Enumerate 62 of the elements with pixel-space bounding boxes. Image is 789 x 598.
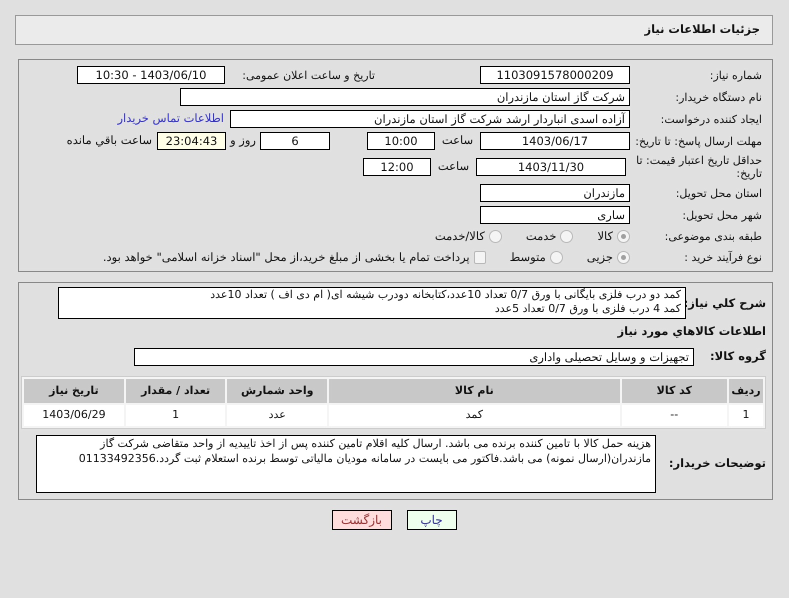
table-cell: 1403/06/29 <box>24 404 124 426</box>
text-field[interactable]: 23:04:43 <box>157 132 226 150</box>
table-cell: کمد <box>329 404 620 426</box>
radio-button[interactable] <box>617 251 630 264</box>
radio-label: خدمت <box>526 228 556 245</box>
field-label: نام دستگاه خریدار: <box>674 90 762 104</box>
radio-button[interactable] <box>560 230 574 244</box>
field-label: گروه کالا: <box>709 348 766 366</box>
table-cell: عدد <box>227 404 328 426</box>
radio-button[interactable] <box>488 230 502 244</box>
page-title: جزئیات اطلاعات نیاز <box>644 21 760 38</box>
time-label: ساعت <box>436 158 470 176</box>
back-button[interactable]: بازگشت <box>332 510 392 530</box>
text-field[interactable]: 1403/06/10 - 10:30 <box>77 66 225 84</box>
time-label: ساعت <box>440 132 474 150</box>
column-header: تاریخ نیاز <box>24 378 124 403</box>
text-field[interactable]: آزاده اسدی انباردار ارشد شرکت گاز استان مازندران <box>230 110 630 128</box>
text-field[interactable]: 10:00 <box>367 132 435 150</box>
column-header: واحد شمارش <box>227 378 328 403</box>
table-cell: 1 <box>729 404 763 426</box>
text-field[interactable]: شرکت گاز استان مازندران <box>180 88 630 106</box>
checkbox[interactable] <box>474 251 486 264</box>
print-button[interactable]: چاپ <box>406 510 456 530</box>
column-header: نام کالا <box>329 378 620 403</box>
radio-label: کالا/خدمت <box>434 228 485 245</box>
field-label: نوع فرآیند خرید : <box>683 251 762 264</box>
description-line: کمد دو درب فلزی بایگانی با ورق 0/7 تعداد 10عدد،کتابخانه دودرب شیشه ای( ام دی اف ) تعداد 10عدد <box>209 288 681 302</box>
field-label: شماره نیاز: <box>708 68 762 82</box>
days-label: روز و <box>228 132 257 150</box>
radio-label: کالا <box>597 228 613 245</box>
description-textarea[interactable]: کمد دو درب فلزی بایگانی با ورق 0/7 تعداد 10عدد،کتابخانه دودرب شیشه ای( ام دی اف ) تعداد 10عدد کمد 4 درب فلزی با ورق 0/7 تعداد 5عدد <box>58 286 686 318</box>
description-line: کمد 4 درب فلزی با ورق 0/7 تعداد 5عدد <box>494 302 681 316</box>
field-label: ایجاد کننده درخواست: <box>660 112 762 126</box>
text-field[interactable]: تجهیزات و وسایل تحصیلی واداری <box>134 348 694 366</box>
radio-label: جزیی <box>586 249 613 266</box>
contact-link[interactable]: اطلاعات تماس خریدار <box>117 110 224 128</box>
column-header: کد کالا <box>622 378 728 403</box>
field-label: شهر محل تحویل: <box>681 208 762 222</box>
text-field[interactable]: 6 <box>260 132 330 150</box>
field-label: استان محل تحویل: <box>674 186 762 200</box>
text-field[interactable]: 1103091578000209 <box>480 66 630 84</box>
column-header: ردیف <box>729 378 763 403</box>
table-cell: -- <box>622 404 728 426</box>
radio-label: متوسط <box>510 249 546 266</box>
table-cell: 1 <box>126 404 226 426</box>
section-title: اطلاعات کالاهاي مورد نياز <box>616 322 766 340</box>
payment-text: پرداخت تمام یا بخشی از مبلغ خرید،از محل "اسناد خزانه اسلامی" خواهد بود. <box>102 249 470 266</box>
remaining-label: ساعت باقي مانده <box>66 132 152 150</box>
field-label: طبقه بندی موضوعی: <box>664 230 762 244</box>
column-header: تعداد / مقدار <box>126 378 226 403</box>
field-label: مهلت ارسال پاسخ: تا تاریخ: <box>634 134 762 148</box>
field-label: تاریخ و ساعت اعلان عمومی: <box>241 68 375 82</box>
notes-textarea[interactable]: هزینه حمل کالا با تامین کننده برنده می باشد. ارسال کلیه اقلام تامین کننده پس از اخذ تاییدیه از واحد متقاضی شرکت گاز مازندران(ارسال نمونه) می باشد.فاکتور می بایست در سامانه مودیان مالیاتی توسط برنده استعلام ثبت گردد.01133492356 <box>36 434 656 493</box>
text-field[interactable]: 12:00 <box>363 158 431 176</box>
radio-button[interactable] <box>550 251 563 264</box>
field-label: حداقل تاریخ اعتبار قیمت: تا تاریخ: <box>635 154 762 180</box>
text-field[interactable]: مازندران <box>480 184 630 202</box>
radio-button[interactable] <box>617 230 630 244</box>
text-field[interactable]: 1403/11/30 <box>476 158 626 176</box>
text-field[interactable]: ساری <box>480 206 630 224</box>
text-field[interactable]: 1403/06/17 <box>480 132 630 150</box>
field-label: توضیحات خریدار: <box>668 455 766 472</box>
